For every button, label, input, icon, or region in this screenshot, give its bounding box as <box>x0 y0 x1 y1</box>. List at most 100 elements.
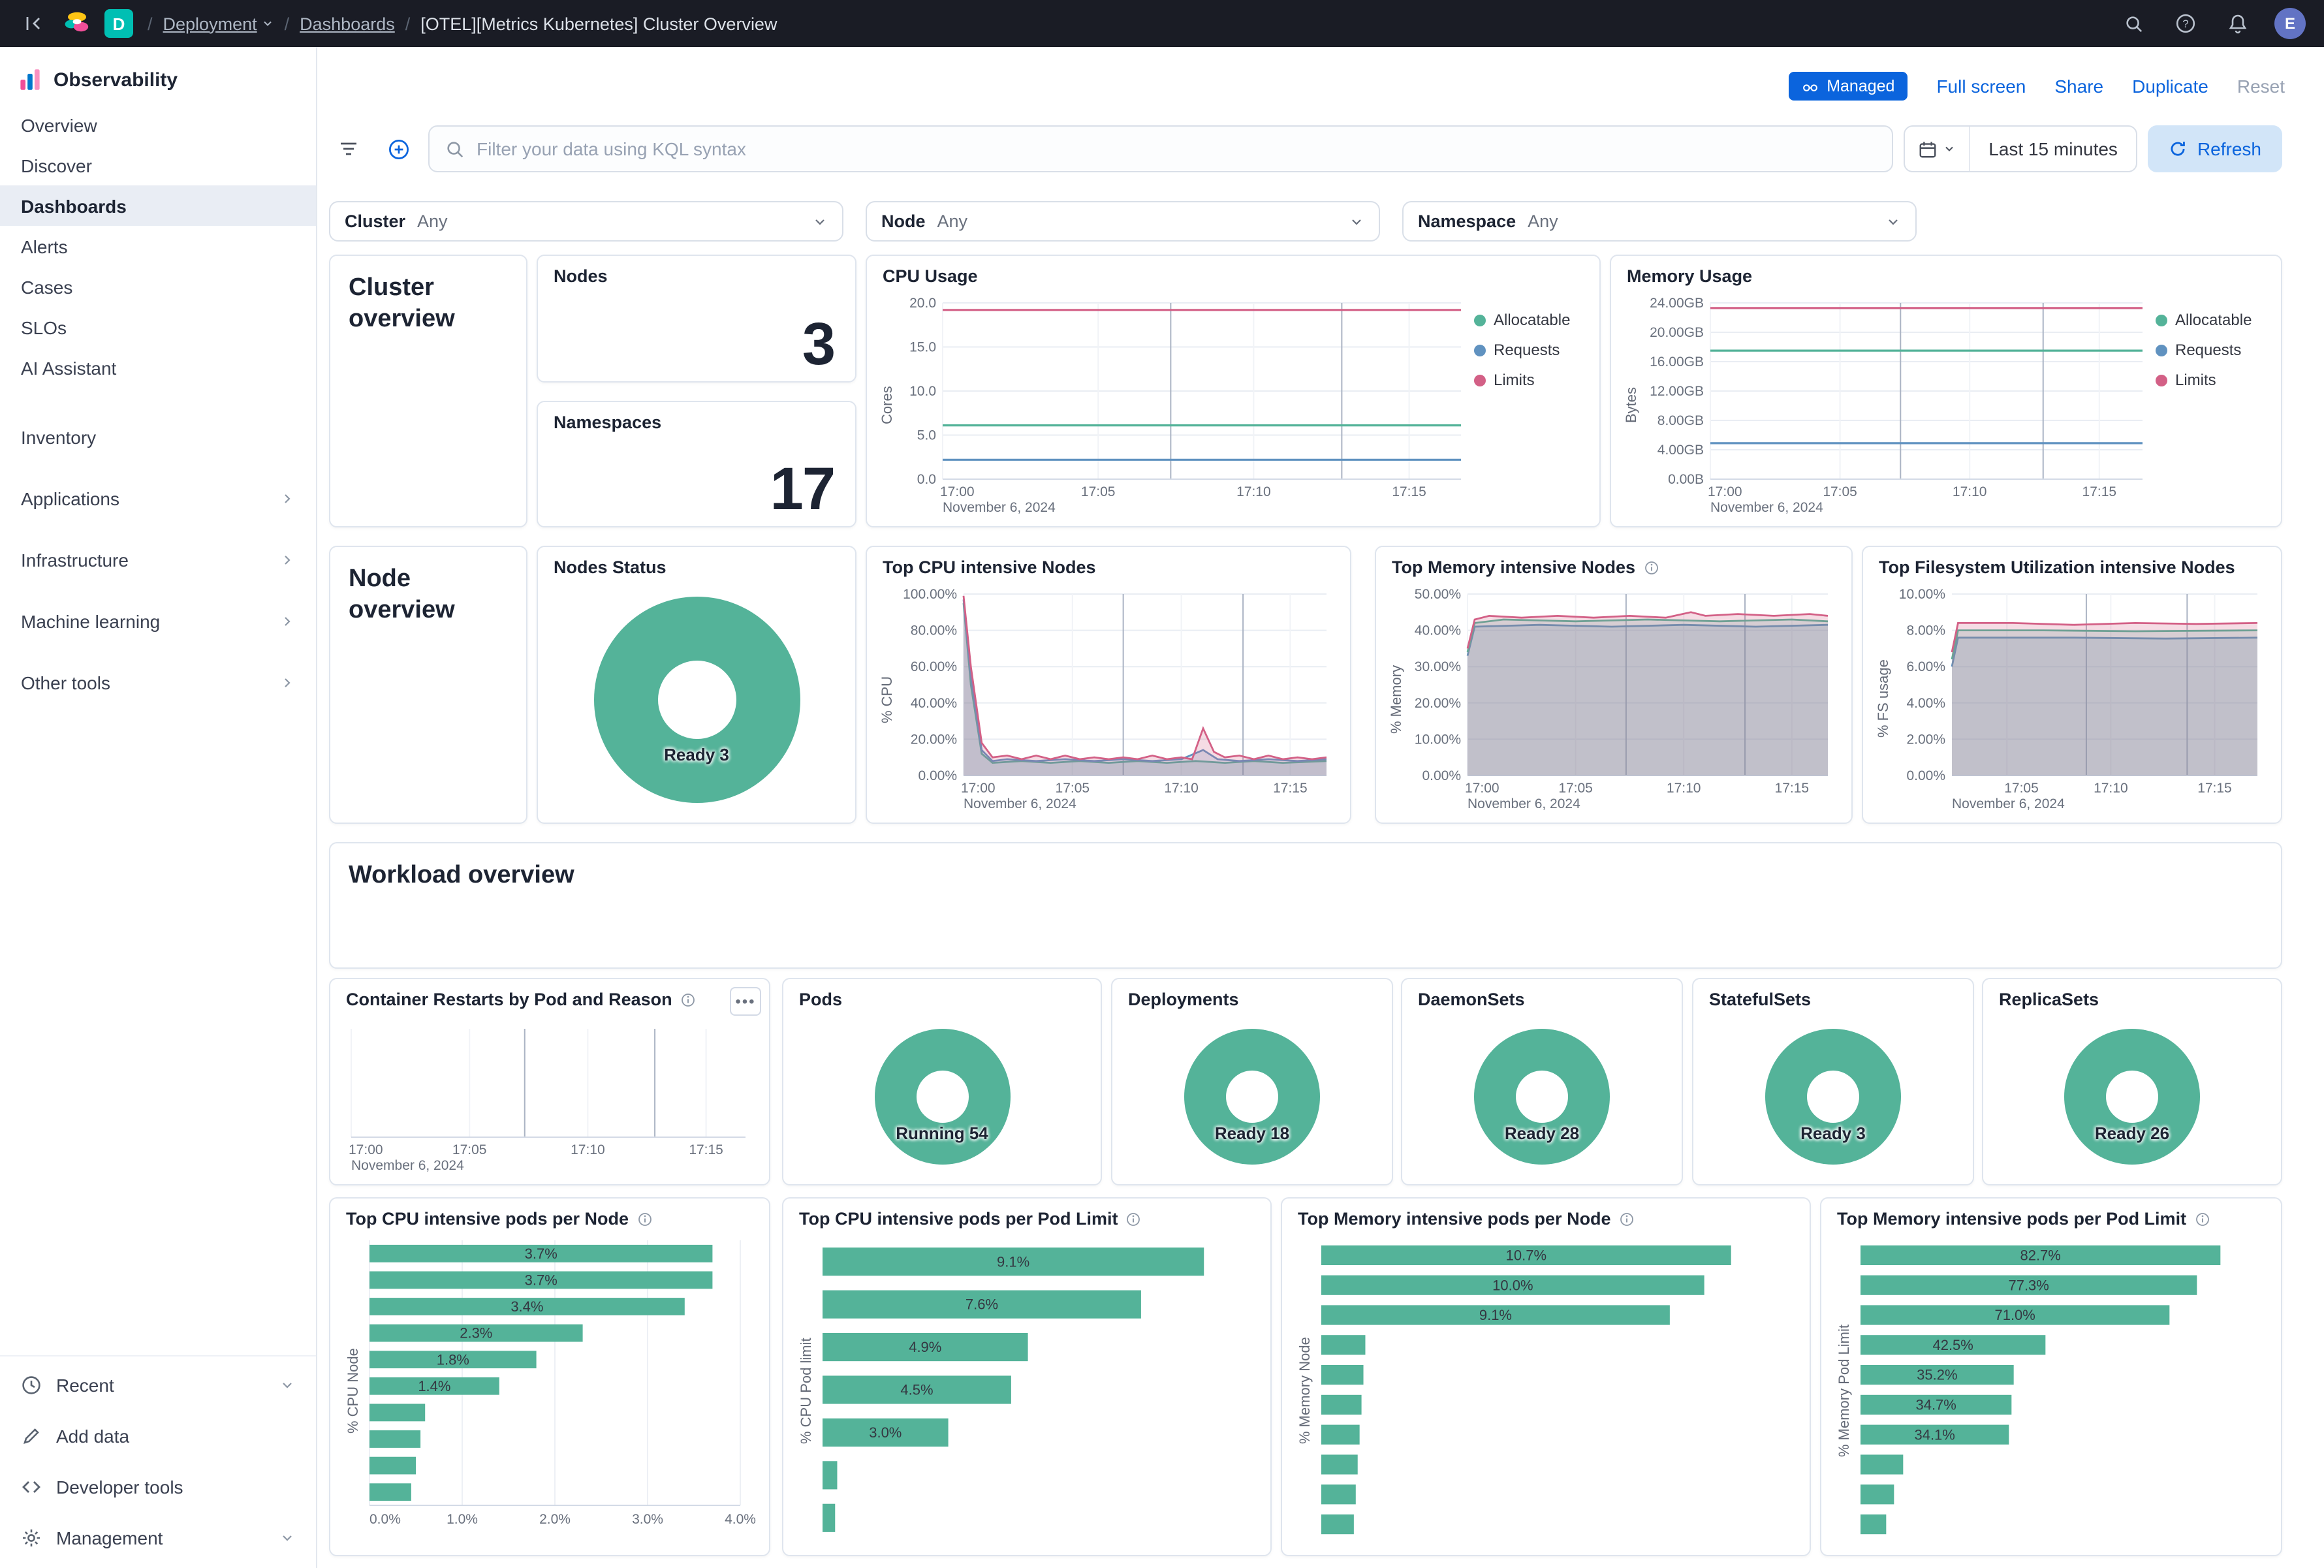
y-axis-label: % Memory Pod Limit <box>1834 1238 1855 1544</box>
panel-options-button[interactable]: ••• <box>730 987 761 1016</box>
dashboard-action-bar: Managed Full screen Share Duplicate Rese… <box>1789 68 2285 104</box>
panel-node-overview: Node overview <box>329 546 527 824</box>
observability-logo-icon <box>18 68 42 91</box>
sidebar-item-management[interactable]: Management <box>0 1512 316 1563</box>
sidebar-item-ai-assistant[interactable]: AI Assistant <box>0 347 316 388</box>
elastic-logo[interactable] <box>64 10 90 37</box>
deployment-badge[interactable]: D <box>104 9 133 38</box>
svg-text:17:10: 17:10 <box>1667 781 1701 796</box>
svg-text:17:05: 17:05 <box>1056 781 1090 796</box>
chevron-down-icon <box>1943 142 1956 155</box>
info-icon[interactable] <box>636 1211 652 1227</box>
svg-text:6.00%: 6.00% <box>1906 659 1945 674</box>
top-memory-pods-limit-chart: 82.7%77.3%71.0%42.5%35.2%34.7%34.1% <box>1855 1238 2270 1544</box>
legend-dot <box>2156 344 2167 356</box>
reset-button[interactable]: Reset <box>2237 76 2285 97</box>
sidebar-item-inventory[interactable]: Inventory <box>0 406 316 467</box>
node-filter-dropdown[interactable]: NodeAny <box>866 201 1380 242</box>
sidebar-item-machine-learning[interactable]: Machine learning <box>0 590 316 651</box>
sidebar-item-cases[interactable]: Cases <box>0 266 316 307</box>
sidebar-item-other-tools[interactable]: Other tools <box>0 651 316 713</box>
svg-text:40.00%: 40.00% <box>911 696 957 711</box>
refresh-button[interactable]: Refresh <box>2148 125 2282 172</box>
sidebar-item-developer-tools[interactable]: Developer tools <box>0 1461 316 1512</box>
svg-text:17:10: 17:10 <box>1953 484 1987 499</box>
panel-title: Top Memory intensive pods per Node <box>1298 1209 1611 1229</box>
sidebar-item-recent[interactable]: Recent <box>0 1359 316 1410</box>
breadcrumb-deployment[interactable]: Deployment <box>163 14 274 33</box>
info-icon[interactable] <box>1619 1211 1635 1227</box>
chevron-right-icon <box>279 613 295 629</box>
info-icon[interactable] <box>680 992 696 1007</box>
svg-text:20.00%: 20.00% <box>1415 696 1461 711</box>
svg-text:2.0%: 2.0% <box>539 1512 571 1527</box>
svg-text:12.00GB: 12.00GB <box>1650 384 1704 399</box>
notifications-icon[interactable] <box>2222 8 2253 39</box>
chart-legend: Allocatable Requests Limits <box>1474 292 1589 518</box>
svg-text:82.7%: 82.7% <box>2020 1247 2060 1264</box>
managed-badge[interactable]: Managed <box>1789 72 1908 101</box>
donut-hole <box>916 1070 968 1122</box>
panel-title: Top CPU intensive pods per Node <box>346 1209 629 1229</box>
svg-text:0.0%: 0.0% <box>369 1512 401 1527</box>
svg-text:8.00%: 8.00% <box>1906 623 1945 638</box>
sidebar-item-slos[interactable]: SLOs <box>0 307 316 347</box>
top-cpu-nodes-chart: 0.00%20.00%40.00%60.00%80.00%100.00%17:0… <box>898 584 1340 815</box>
svg-text:3.4%: 3.4% <box>510 1298 543 1315</box>
svg-text:0.00%: 0.00% <box>1906 768 1945 783</box>
panel-top-fs-nodes: Top Filesystem Utilization intensive Nod… <box>1862 546 2282 824</box>
share-button[interactable]: Share <box>2054 76 2103 97</box>
svg-text:17:00: 17:00 <box>1465 781 1500 796</box>
calendar-button[interactable] <box>1905 127 1970 171</box>
panel-top-cpu-pods-limit: Top CPU intensive pods per Pod Limit % C… <box>782 1197 1272 1556</box>
sidebar-header: Observability <box>0 47 316 104</box>
donut-hole <box>1516 1070 1568 1122</box>
add-filter-button[interactable] <box>379 129 418 168</box>
svg-text:4.9%: 4.9% <box>909 1339 941 1355</box>
time-range-value[interactable]: Last 15 minutes <box>1970 127 2136 171</box>
svg-text:42.5%: 42.5% <box>1932 1337 1973 1353</box>
full-screen-button[interactable]: Full screen <box>1936 76 2026 97</box>
help-icon[interactable]: ? <box>2170 8 2201 39</box>
search-icon[interactable] <box>2118 8 2149 39</box>
panel-title: Nodes Status <box>554 557 667 577</box>
y-axis-label: Bytes <box>1622 292 1642 518</box>
sidebar-item-alerts[interactable]: Alerts <box>0 226 316 266</box>
sidebar-item-applications[interactable]: Applications <box>0 467 316 529</box>
svg-text:17:05: 17:05 <box>1081 484 1116 499</box>
svg-text:77.3%: 77.3% <box>2008 1277 2049 1293</box>
deployments-donut: Ready 18 <box>1184 1028 1320 1164</box>
breadcrumb-dashboards[interactable]: Dashboards <box>300 14 395 33</box>
cluster-filter-dropdown[interactable]: ClusterAny <box>329 201 843 242</box>
svg-text:17:00: 17:00 <box>1708 484 1742 499</box>
collapse-sidebar-icon[interactable] <box>18 8 50 39</box>
info-icon[interactable] <box>1126 1211 1142 1227</box>
svg-text:17:05: 17:05 <box>2004 781 2039 796</box>
svg-text:November 6, 2024: November 6, 2024 <box>1468 796 1580 811</box>
sidebar-item-discover[interactable]: Discover <box>0 145 316 185</box>
sidebar-item-infrastructure[interactable]: Infrastructure <box>0 529 316 590</box>
sidebar-item-overview[interactable]: Overview <box>0 104 316 145</box>
sidebar-item-dashboards[interactable]: Dashboards <box>0 185 316 226</box>
svg-text:71.0%: 71.0% <box>1994 1307 2035 1323</box>
user-avatar[interactable]: E <box>2274 8 2306 39</box>
donut-hole <box>1226 1070 1278 1122</box>
svg-text:3.0%: 3.0% <box>632 1512 663 1527</box>
info-icon[interactable] <box>2194 1211 2210 1227</box>
svg-text:35.2%: 35.2% <box>1917 1367 1957 1383</box>
panel-title: Container Restarts by Pod and Reason <box>346 990 672 1009</box>
top-cpu-pods-node-chart: 0.0%1.0%2.0%3.0%4.0%3.7%3.7%3.4%2.3%1.8%… <box>364 1238 759 1544</box>
top-cpu-pods-limit-chart: 9.1%7.6%4.9%4.5%3.0% <box>817 1238 1260 1544</box>
sidebar-item-add-data[interactable]: Add data <box>0 1410 316 1461</box>
kql-search-input[interactable] <box>477 138 1876 159</box>
svg-text:10.0%: 10.0% <box>1492 1277 1533 1293</box>
svg-text:17:15: 17:15 <box>689 1142 723 1157</box>
filter-icon[interactable] <box>329 129 368 168</box>
info-icon[interactable] <box>1643 559 1659 575</box>
namespace-filter-dropdown[interactable]: NamespaceAny <box>1402 201 1917 242</box>
nodes-status-donut: Ready 3 <box>593 596 800 802</box>
svg-text:0.0: 0.0 <box>917 472 936 487</box>
duplicate-button[interactable]: Duplicate <box>2132 76 2208 97</box>
svg-text:4.00%: 4.00% <box>1906 696 1945 711</box>
kql-search-bar <box>428 125 1893 172</box>
